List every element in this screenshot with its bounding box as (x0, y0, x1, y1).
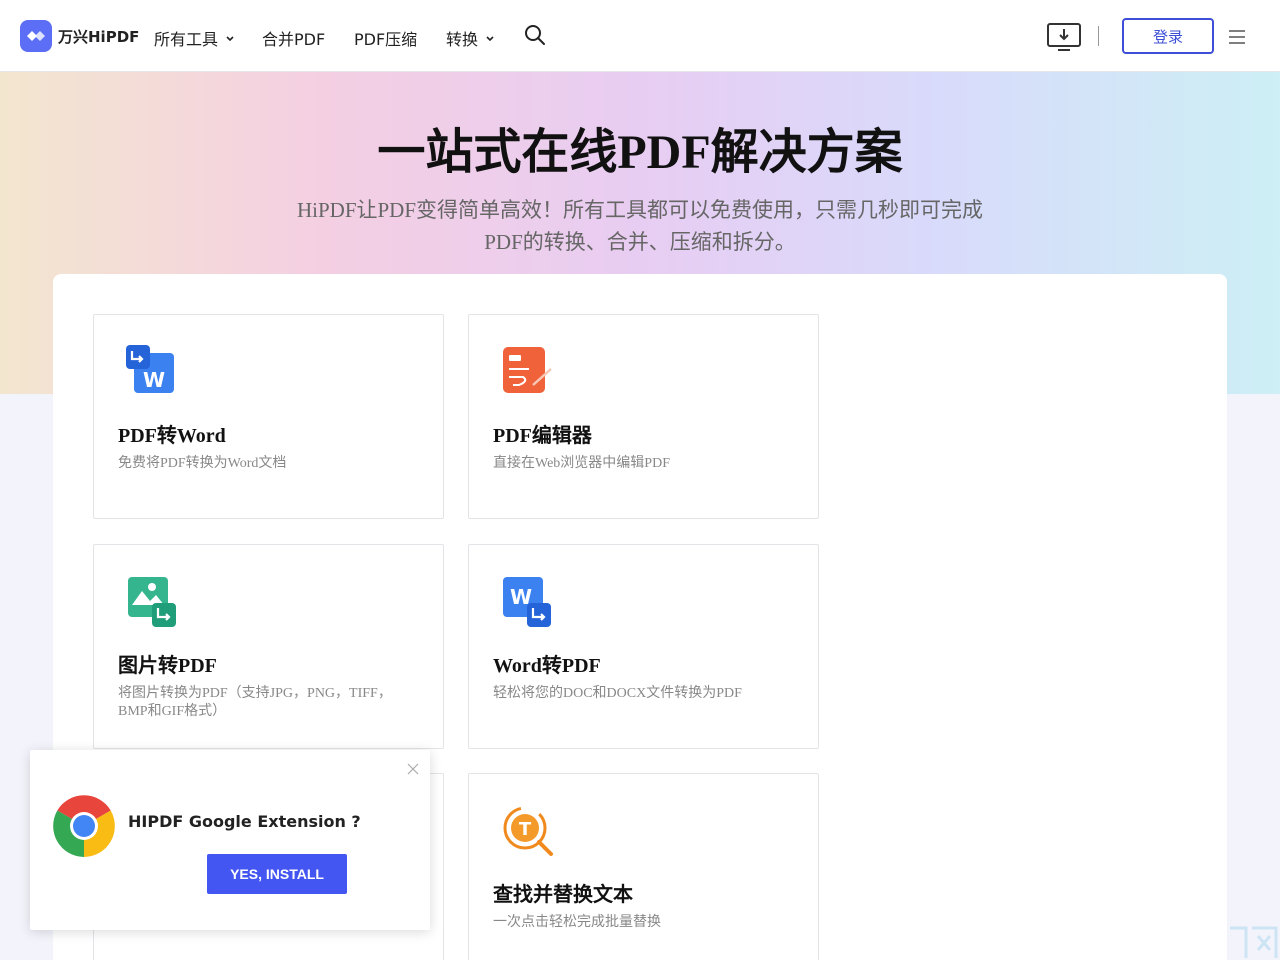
search-icon[interactable] (524, 24, 546, 46)
header-divider (1098, 26, 1099, 46)
nav-merge-pdf-label: 合并PDF (262, 30, 326, 49)
tool-title: 图片转PDF (118, 655, 217, 677)
extension-question: HIPDF Google Extension ? (128, 812, 361, 831)
desktop-download-icon[interactable] (1046, 22, 1082, 52)
svg-text:W: W (143, 368, 165, 392)
chevron-down-icon (486, 36, 494, 42)
brand-logo[interactable]: 万兴HiPDF (20, 20, 139, 52)
nav-compress-pdf[interactable]: PDF压缩 (354, 26, 417, 50)
tool-card-image-to-pdf[interactable]: 图片转PDF 将图片转换为PDF（支持JPG，PNG，TIFF，BMP和GIF格… (93, 544, 444, 749)
chrome-icon (53, 795, 115, 857)
nav-merge-pdf[interactable]: 合并PDF (262, 26, 325, 50)
tool-title: PDF编辑器 (493, 425, 592, 447)
tool-card-find-replace[interactable]: T 查找并替换文本 一次点击轻松完成批量替换 (468, 773, 819, 960)
nav-all-tools[interactable]: 所有工具 (154, 26, 236, 50)
brand-name: 万兴HiPDF (58, 27, 140, 46)
tool-description: 直接在Web浏览器中编辑PDF (493, 456, 670, 471)
page-subtitle-line-1: HiPDF让PDF变得简单高效！所有工具都可以免费使用，只需几秒即可完成 (296, 198, 984, 222)
nav-convert[interactable]: 转换 (446, 26, 496, 50)
tool-card-word-to-pdf[interactable]: W Word转PDF 轻松将您的DOC和DOCX文件转换为PDF (468, 544, 819, 749)
image-to-pdf-icon (128, 577, 176, 627)
close-icon[interactable] (406, 762, 420, 776)
nav-all-tools-label: 所有工具 (154, 30, 219, 49)
hamburger-menu-icon[interactable] (1228, 29, 1246, 45)
hipdf-logo-icon (20, 20, 52, 52)
find-replace-icon: T (503, 806, 553, 856)
nav-compress-pdf-label: PDF压缩 (354, 30, 418, 49)
pdf-to-word-icon: W (126, 345, 174, 393)
tool-description: 将图片转换为PDF（支持JPG，PNG，TIFF，BMP和GIF格式） (118, 686, 392, 719)
tool-description: 一次点击轻松完成批量替换 (493, 915, 661, 930)
corner-watermark (1222, 918, 1280, 960)
tool-title: Word转PDF (493, 655, 601, 677)
tool-title: 查找并替换文本 (493, 884, 633, 906)
svg-text:T: T (519, 819, 532, 840)
top-header: 万兴HiPDF 所有工具 合并PDF PDF压缩 转换 登录 (0, 0, 1280, 72)
chevron-down-icon (226, 36, 234, 42)
nav-convert-label: 转换 (446, 30, 479, 49)
tool-card-pdf-to-word[interactable]: W PDF转Word 免费将PDF转换为Word文档 (93, 314, 444, 519)
page-title: 一站式在线PDF解决方案 (377, 126, 903, 179)
page-subtitle-line-2: PDF的转换、合并、压缩和拆分。 (484, 230, 796, 254)
pdf-editor-icon (503, 347, 552, 393)
tool-description: 轻松将您的DOC和DOCX文件转换为PDF (493, 686, 742, 701)
tool-description: 免费将PDF转换为Word文档 (118, 456, 287, 471)
tool-title: PDF转Word (118, 425, 226, 447)
extension-popup: HIPDF Google Extension ? YES, INSTALL (30, 750, 430, 930)
page-subtitle: HiPDF让PDF变得简单高效！所有工具都可以免费使用，只需几秒即可完成 PDF… (270, 194, 1010, 258)
login-button[interactable]: 登录 (1122, 18, 1214, 54)
word-to-pdf-icon: W (503, 577, 551, 627)
install-extension-button[interactable]: YES, INSTALL (207, 854, 347, 894)
tool-card-pdf-editor[interactable]: PDF编辑器 直接在Web浏览器中编辑PDF (468, 314, 819, 519)
